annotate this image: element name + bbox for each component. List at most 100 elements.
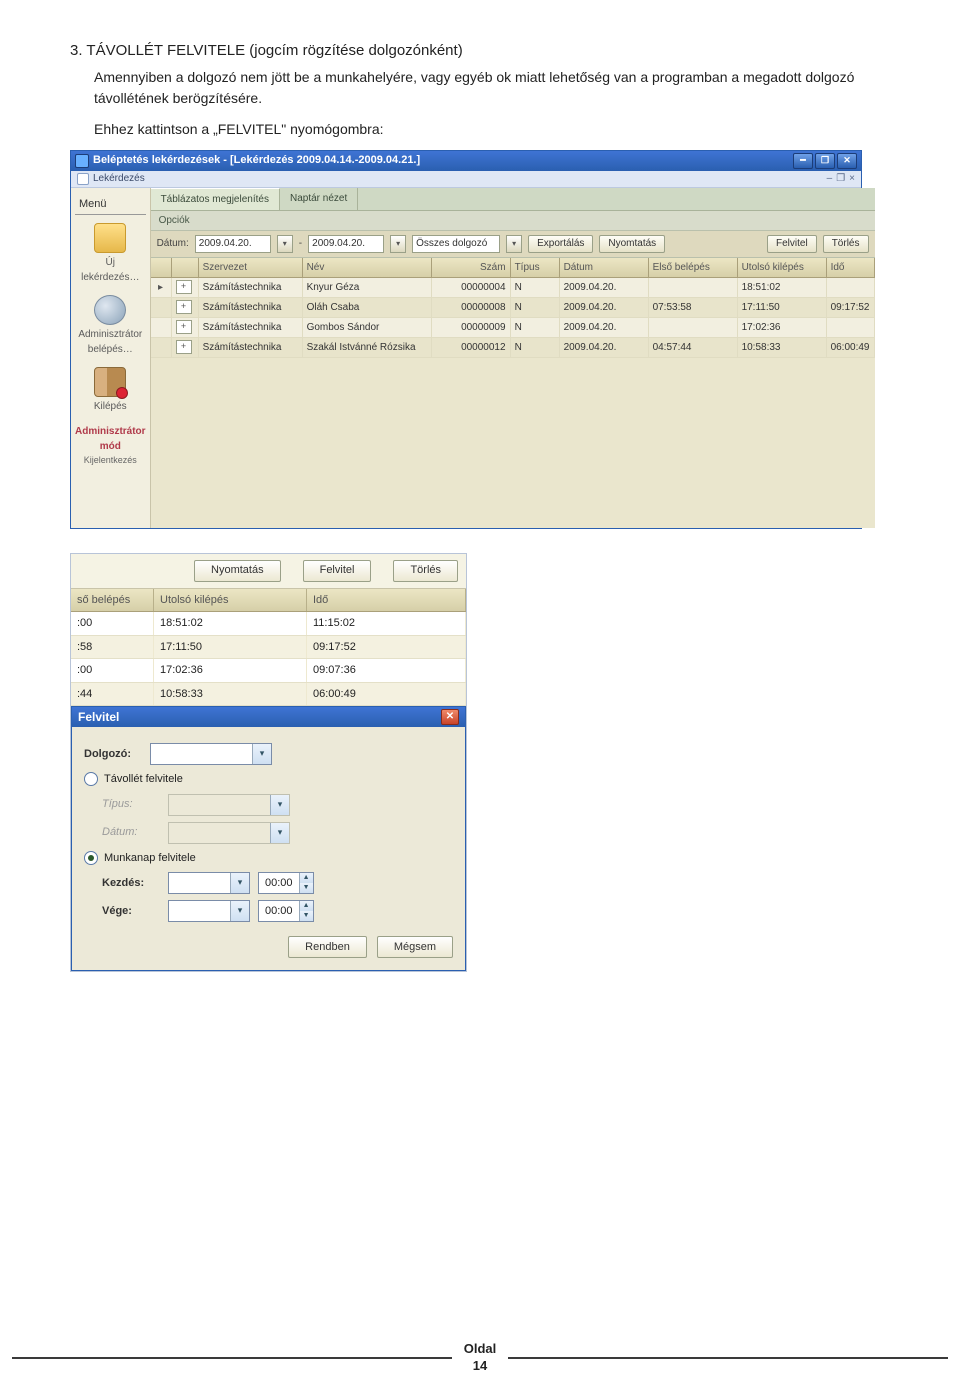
tipus-combo: ▾ [168,794,290,816]
datum-label: Dátum: [102,824,168,841]
torles-button[interactable]: Törlés [823,235,869,253]
globe-icon [94,295,126,325]
col-num[interactable]: Szám [432,258,511,277]
vege-time[interactable]: 00:00 ▲▼ [258,900,314,922]
chevron-down-icon: ▾ [230,901,249,921]
table-row[interactable]: ▸+SzámítástechnikaKnyur Géza00000004N200… [151,278,875,298]
dialog-title: Felvitel [78,708,119,726]
sidebar-label: Kilépés [94,399,127,414]
mdi-close-icon[interactable]: × [849,171,855,186]
intro-paragraph-2: Ehhez kattintson a „FELVITEL" nyomógombr… [94,119,890,140]
kezdes-time[interactable]: 00:00 ▲▼ [258,872,314,894]
felvitel-button[interactable]: Felvitel [767,235,817,253]
radio-tavollet[interactable]: Távollét felvitele [84,771,453,788]
date-from-dropdown-icon[interactable]: ▾ [277,235,293,253]
chevron-down-icon: ▾ [270,795,289,815]
cancel-button[interactable]: Mégsem [377,936,453,958]
dolgozo-combo[interactable]: ▾ [150,743,272,765]
col-last[interactable]: Utolsó kilépés [738,258,827,277]
export-button[interactable]: Exportálás [528,235,593,253]
chevron-down-icon: ▾ [230,873,249,893]
expand-icon[interactable]: + [176,300,192,314]
minimize-button[interactable]: ━ [793,153,813,169]
table-row[interactable]: :0018:51:0211:15:02 [71,612,466,636]
options-bar[interactable]: Opciók [151,211,875,231]
tipus-label: Típus: [102,796,168,813]
radio-label: Munkanap felvitele [104,850,196,867]
section-heading: 3. TÁVOLLÉT FELVITELE (jogcím rögzítése … [70,40,890,63]
close-button[interactable]: ✕ [837,153,857,169]
sidebar-label: Adminisztrátor belépés… [75,327,146,357]
torles-button[interactable]: Törlés [393,560,458,582]
chevron-down-icon: ▾ [252,744,271,764]
tab-table-view[interactable]: Táblázatos megjelenítés [151,188,280,210]
footer-page-number: 14 [464,1358,497,1375]
sidebar-item-admin[interactable]: Adminisztrátor belépés… [75,295,146,357]
spin-down-icon[interactable]: ▼ [299,883,313,893]
mdi-menu-item[interactable]: Lekérdezés [93,171,145,186]
sidebar-label: Új lekérdezés… [75,255,146,285]
col-org[interactable]: Szervezet [199,258,303,277]
col-last[interactable]: Utolsó kilépés [154,589,307,612]
table-row[interactable]: +SzámítástechnikaSzakál Istvánné Rózsika… [151,338,875,358]
dolgozo-label: Dolgozó: [84,746,150,763]
zoom-toolbar: Nyomtatás Felvitel Törlés [71,554,466,589]
maximize-button[interactable]: ❐ [815,153,835,169]
col-first[interactable]: Első belépés [649,258,738,277]
print-button[interactable]: Nyomtatás [599,235,665,253]
spin-up-icon[interactable]: ▲ [299,901,313,911]
col-name[interactable]: Név [303,258,432,277]
col-date[interactable]: Dátum [560,258,649,277]
table-row[interactable]: :5817:11:5009:17:52 [71,636,466,660]
table-row[interactable]: +SzámítástechnikaOláh Csaba00000008N2009… [151,298,875,318]
folder-icon [94,223,126,253]
window-titlebar[interactable]: Beléptetés lekérdezések - [Lekérdezés 20… [71,151,861,171]
filter-toolbar: Dátum: 2009.04.20. ▾ - 2009.04.20. ▾ Öss… [151,231,875,258]
radio-munkanap[interactable]: Munkanap felvitele [84,850,453,867]
admin-mode-label: Adminisztrátor mód Kijelentkezés [75,424,146,468]
expand-icon[interactable]: + [176,340,192,354]
table-row[interactable]: :4410:58:3306:00:49 [71,683,466,707]
main-panel: Táblázatos megjelenítés Naptár nézet Opc… [151,188,875,528]
date-from-field[interactable]: 2009.04.20. [195,235,271,253]
employee-filter[interactable]: Összes dolgozó [412,235,500,253]
felvitel-button[interactable]: Felvitel [303,560,372,582]
employee-dropdown-icon[interactable]: ▾ [506,235,522,253]
date-to-field[interactable]: 2009.04.20. [308,235,384,253]
dialog-close-button[interactable]: ✕ [441,709,459,725]
col-time[interactable]: Idő [307,589,466,612]
spin-up-icon[interactable]: ▲ [299,873,313,883]
ok-button[interactable]: Rendben [288,936,367,958]
kezdes-date-combo[interactable]: ▾ [168,872,250,894]
expand-icon[interactable]: + [176,320,192,334]
dash: - [299,236,302,251]
page-footer: Oldal 14 [0,1341,960,1375]
kezdes-label: Kezdés: [102,875,168,892]
window-title: Beléptetés lekérdezések - [Lekérdezés 20… [93,152,420,169]
print-button[interactable]: Nyomtatás [194,560,281,582]
exit-icon [94,367,126,397]
logout-link[interactable]: Kijelentkezés [75,454,146,468]
sidebar-item-new-query[interactable]: Új lekérdezés… [75,223,146,285]
table-row[interactable]: :0017:02:3609:07:36 [71,659,466,683]
col-type[interactable]: Típus [511,258,560,277]
table-row[interactable]: +SzámítástechnikaGombos Sándor00000009N2… [151,318,875,338]
col-time[interactable]: Idő [827,258,875,277]
expand-icon[interactable]: + [176,280,192,294]
col-first[interactable]: ső belépés [71,589,154,612]
mdi-minimize-icon[interactable]: – [827,171,833,186]
zoom-table-header: ső belépés Utolsó kilépés Idő [71,589,466,613]
date-to-dropdown-icon[interactable]: ▾ [390,235,406,253]
dialog-titlebar[interactable]: Felvitel ✕ [72,707,465,727]
spin-down-icon[interactable]: ▼ [299,911,313,921]
sidebar-item-exit[interactable]: Kilépés [75,367,146,414]
datum-combo: ▾ [168,822,290,844]
table-empty-area [151,358,875,528]
vege-date-combo[interactable]: ▾ [168,900,250,922]
mdi-restore-icon[interactable]: ❐ [836,171,845,186]
date-label: Dátum: [157,236,189,251]
query-icon [77,173,89,185]
footer-oldal: Oldal [464,1341,497,1358]
radio-label: Távollét felvitele [104,771,183,788]
tab-calendar-view[interactable]: Naptár nézet [280,188,358,210]
